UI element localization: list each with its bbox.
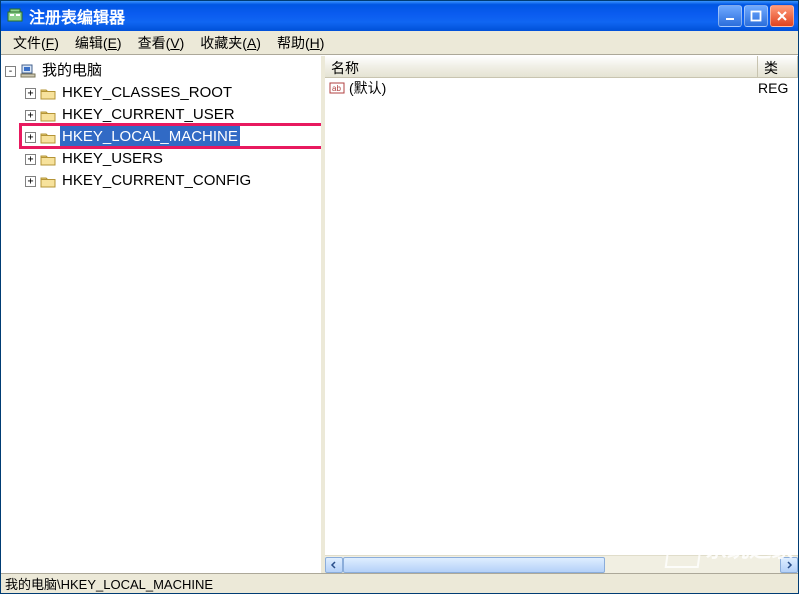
tree-node-label: HKEY_CLASSES_ROOT — [60, 82, 234, 104]
tree-node-hkey-local-machine[interactable]: + HKEY_LOCAL_MACHINE — [3, 126, 319, 148]
tree-node-hkey-users[interactable]: + HKEY_USERS — [3, 148, 319, 170]
tree-node-label: HKEY_LOCAL_MACHINE — [60, 126, 240, 148]
expand-icon[interactable]: + — [25, 132, 36, 143]
tree-node-label: HKEY_USERS — [60, 148, 165, 170]
minimize-button[interactable] — [718, 5, 742, 27]
computer-icon — [20, 63, 36, 79]
folder-icon — [40, 108, 56, 122]
string-value-icon: ab — [329, 81, 345, 95]
tree-node-hkey-classes-root[interactable]: + HKEY_CLASSES_ROOT — [3, 82, 319, 104]
cell-type: REG — [758, 80, 798, 96]
tree-node-label: HKEY_CURRENT_USER — [60, 104, 237, 126]
scroll-left-button[interactable] — [325, 557, 343, 573]
list-header: 名称 类 — [325, 56, 798, 78]
window-title: 注册表编辑器 — [29, 4, 718, 28]
list-row[interactable]: ab (默认)REG — [325, 78, 798, 98]
expand-icon[interactable]: + — [25, 110, 36, 121]
menu-favorites[interactable]: 收藏夹(A) — [192, 31, 269, 55]
folder-icon — [40, 152, 56, 166]
menu-help[interactable]: 帮助(H) — [269, 31, 332, 55]
expand-icon[interactable]: + — [25, 154, 36, 165]
registry-editor-window: 注册表编辑器 文件(F) 编辑(E) 查看(V) 收藏夹(A) 帮助(H) - — [0, 0, 799, 594]
tree-root-my-computer[interactable]: - 我的电脑 — [3, 60, 319, 82]
statusbar-path: 我的电脑\HKEY_LOCAL_MACHINE — [5, 574, 213, 593]
scroll-track[interactable] — [343, 557, 780, 573]
tree-root-label: 我的电脑 — [40, 60, 104, 82]
scroll-thumb[interactable] — [343, 557, 605, 573]
list-body[interactable]: ab (默认)REG — [325, 78, 798, 555]
statusbar: 我的电脑\HKEY_LOCAL_MACHINE — [1, 573, 798, 593]
tree-node-hkey-current-config[interactable]: + HKEY_CURRENT_CONFIG — [3, 170, 319, 192]
menubar: 文件(F) 编辑(E) 查看(V) 收藏夹(A) 帮助(H) — [1, 31, 798, 55]
expand-icon[interactable]: + — [25, 176, 36, 187]
folder-icon — [40, 86, 56, 100]
tree-pane[interactable]: - 我的电脑 + HKEY_CLASSES_ROOT + HKEY_CURRENT_U… — [1, 56, 321, 573]
expand-icon[interactable]: + — [25, 88, 36, 99]
folder-icon — [40, 130, 56, 144]
tree-node-label: HKEY_CURRENT_CONFIG — [60, 170, 253, 192]
folder-icon — [40, 174, 56, 188]
menu-view[interactable]: 查看(V) — [130, 31, 193, 55]
svg-text:ab: ab — [332, 84, 341, 93]
cell-name: (默认) — [349, 78, 758, 98]
close-button[interactable] — [770, 5, 794, 27]
client-area: - 我的电脑 + HKEY_CLASSES_ROOT + HKEY_CURRENT_U… — [1, 55, 798, 573]
maximize-button[interactable] — [744, 5, 768, 27]
menu-file[interactable]: 文件(F) — [5, 31, 67, 55]
window-controls — [718, 5, 794, 27]
horizontal-scrollbar[interactable] — [325, 555, 798, 573]
column-header-type[interactable]: 类 — [758, 56, 798, 77]
app-icon — [7, 8, 23, 24]
list-pane: 名称 类 ab (默认)REG — [325, 56, 798, 573]
registry-tree: - 我的电脑 + HKEY_CLASSES_ROOT + HKEY_CURRENT_U… — [1, 56, 321, 196]
collapse-icon[interactable]: - — [5, 66, 16, 77]
scroll-right-button[interactable] — [780, 557, 798, 573]
tree-node-hkey-current-user[interactable]: + HKEY_CURRENT_USER — [3, 104, 319, 126]
menu-edit[interactable]: 编辑(E) — [67, 31, 130, 55]
column-header-name[interactable]: 名称 — [325, 56, 758, 77]
titlebar[interactable]: 注册表编辑器 — [1, 1, 798, 31]
